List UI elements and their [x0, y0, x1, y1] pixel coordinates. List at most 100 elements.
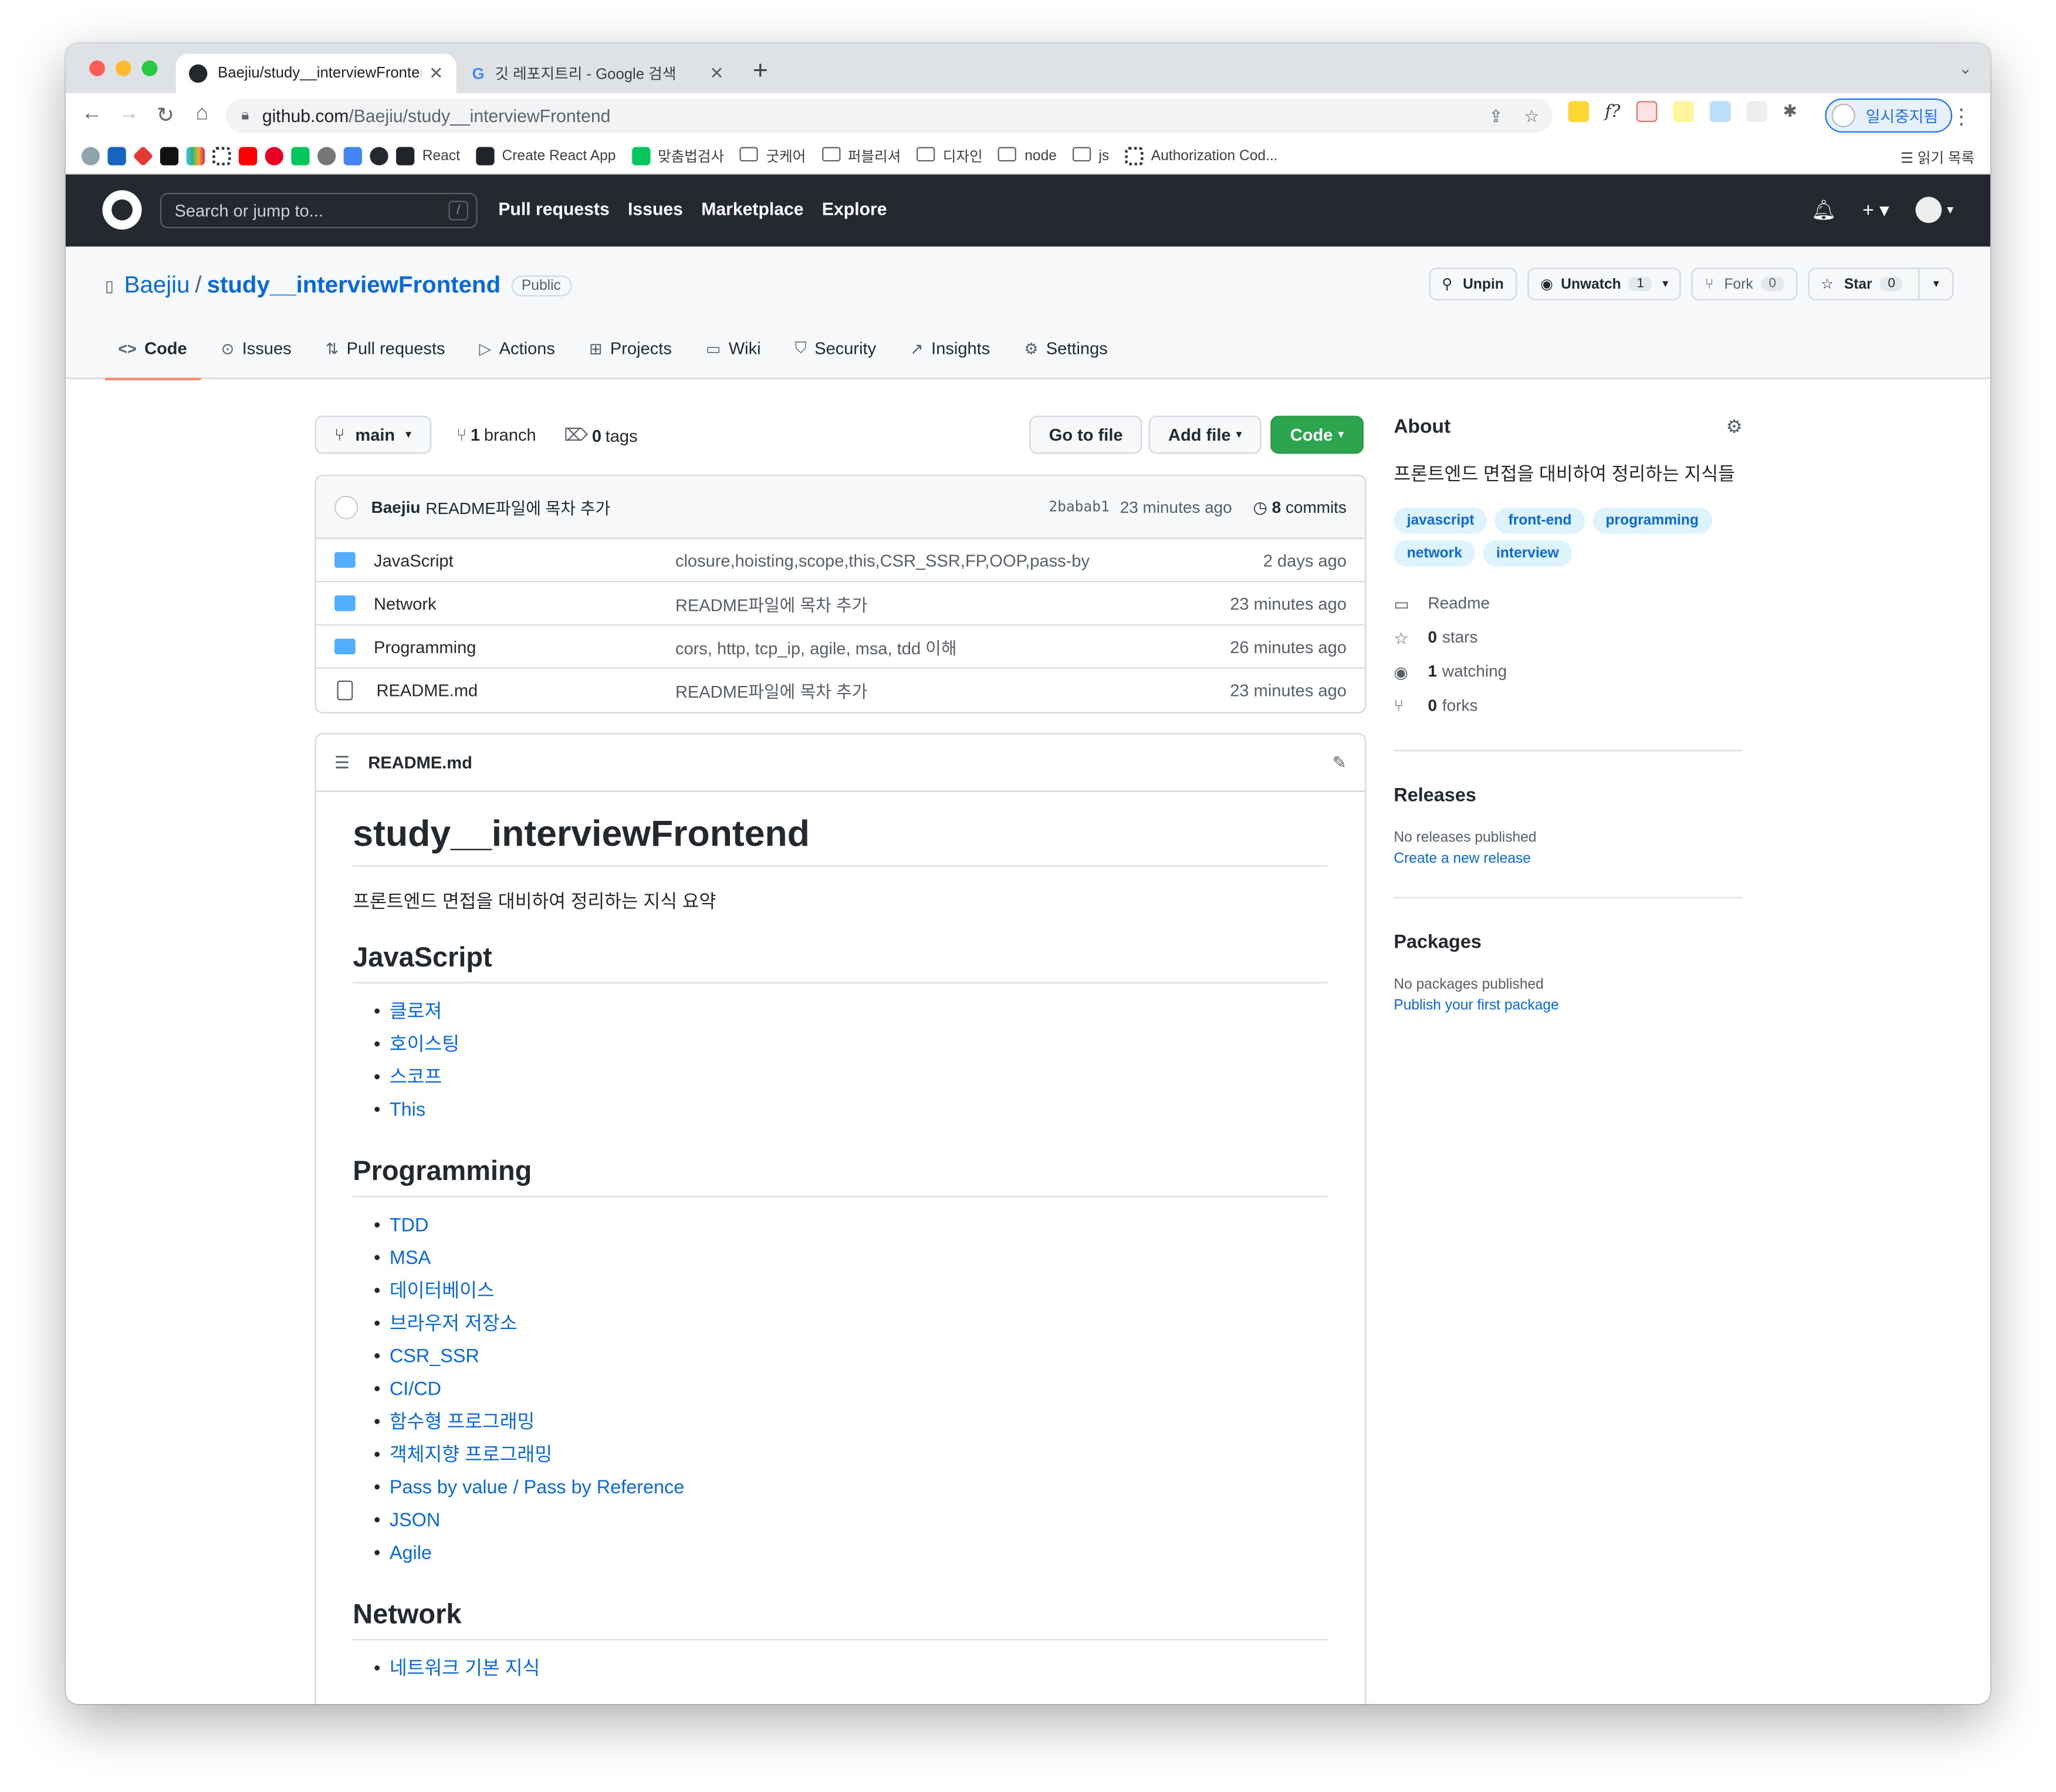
file-name[interactable]: JavaScript	[374, 550, 675, 570]
slack-icon[interactable]	[186, 146, 205, 165]
topic-tag[interactable]: interview	[1483, 540, 1572, 567]
forks-link[interactable]: ⑂ 0 forks	[1394, 688, 1507, 722]
bookmark-folder-publisher[interactable]: 퍼블리셔	[821, 145, 901, 166]
bookmark-authorization[interactable]: Authorization Cod...	[1125, 146, 1278, 165]
file-name[interactable]: Network	[374, 593, 675, 613]
bookmark-favicon-icon[interactable]	[81, 146, 100, 165]
translate-icon[interactable]	[343, 146, 362, 165]
tab-security[interactable]: ⛉ Security	[782, 328, 889, 368]
youtube-icon[interactable]	[238, 146, 258, 165]
tab-projects[interactable]: ⊞ Projects	[576, 328, 685, 368]
user-menu[interactable]: ▾	[1915, 197, 1953, 224]
toc-link[interactable]: 호이스팅	[374, 1029, 1328, 1062]
bookmark-folder-design[interactable]: 디자인	[917, 145, 983, 166]
add-file-button[interactable]: Add file ▾	[1148, 415, 1262, 454]
github-logo-icon[interactable]	[102, 190, 142, 230]
commit-hash[interactable]: 2babab1	[1049, 498, 1110, 515]
topic-tag[interactable]: front-end	[1495, 507, 1585, 534]
profile-paused-button[interactable]: 일시중지됨	[1825, 98, 1953, 133]
tab-google[interactable]: G 깃 레포지트리 - Google 검색 ✕	[459, 54, 737, 93]
tab-github[interactable]: Baejiu/study__interviewFrontend ✕	[175, 53, 456, 93]
bookmark-star-icon[interactable]: ☆	[1524, 106, 1539, 127]
tab-pull-requests[interactable]: ⇅ Pull requests	[312, 328, 458, 368]
extension-icon[interactable]	[1746, 101, 1767, 123]
calendar-favicon-icon[interactable]	[107, 146, 126, 165]
toc-link[interactable]: CI/CD	[374, 1374, 1328, 1407]
toc-link[interactable]: MSA	[374, 1243, 1328, 1276]
forward-arrow-icon[interactable]: →	[110, 103, 147, 129]
unpin-button[interactable]: ⚲ Unpin	[1428, 268, 1517, 300]
nav-pull-requests[interactable]: Pull requests	[498, 200, 609, 219]
new-tab-icon[interactable]: +	[753, 56, 768, 86]
tab-insights[interactable]: ↗ Insights	[897, 328, 1003, 368]
file-name[interactable]: README.md	[377, 681, 675, 701]
close-tab-icon[interactable]: ✕	[429, 63, 443, 84]
tab-actions[interactable]: ▷ Actions	[466, 328, 568, 368]
fork-button[interactable]: ⑂ Fork 0	[1692, 268, 1797, 300]
zoom-window-button[interactable]	[141, 60, 158, 76]
readme-link[interactable]: ▭ Readme	[1394, 586, 1507, 620]
file-name[interactable]: Programming	[374, 637, 675, 657]
star-button[interactable]: ☆ Star 0 ▾	[1807, 268, 1954, 300]
address-bar[interactable]: 🔒︎ github.com/Baejiu/study__interviewFro…	[225, 98, 1553, 133]
bookmark-spellcheck[interactable]: 맞춤법검사	[631, 145, 724, 166]
file-commit-message[interactable]: README파일에 목차 추가	[675, 678, 867, 702]
tags-link[interactable]: ⌦ 0 tags	[564, 425, 638, 446]
calendar-extension-icon[interactable]	[1636, 101, 1657, 123]
toc-link[interactable]: 데이터베이스	[374, 1276, 1328, 1309]
close-tab-icon[interactable]: ✕	[709, 63, 723, 84]
puzzle-extensions-icon[interactable]: ✱	[1783, 101, 1797, 122]
github-icon[interactable]	[370, 146, 388, 165]
share-icon[interactable]: ⇪	[1489, 106, 1503, 127]
bookmark-folder-goodcare[interactable]: 굿케어	[739, 145, 806, 166]
toc-link[interactable]: Pass by value / Pass by Reference	[374, 1472, 1328, 1505]
tab-settings[interactable]: ⚙ Settings	[1011, 328, 1121, 368]
file-row[interactable]: JavaScript closure,hoisting,scope,this,C…	[316, 539, 1365, 583]
bookmark-react[interactable]: React	[396, 146, 460, 165]
highlighter-extension-icon[interactable]	[1672, 101, 1694, 123]
nav-marketplace[interactable]: Marketplace	[701, 200, 803, 219]
branches-link[interactable]: ⑂ 1 branch	[456, 425, 536, 445]
commit-author[interactable]: Baejiu	[371, 498, 421, 516]
bookmark-favicon-icon[interactable]	[212, 146, 231, 165]
topic-tag[interactable]: network	[1394, 540, 1476, 567]
naver-icon[interactable]	[291, 146, 310, 165]
star-dropdown-icon[interactable]: ▾	[1919, 269, 1952, 299]
toc-link[interactable]: 객체지향 프로그래밍	[374, 1440, 1328, 1473]
toc-link[interactable]: TDD	[374, 1211, 1328, 1243]
file-row[interactable]: Programming cors, http, tcp_ip, agile, m…	[316, 625, 1365, 669]
apple-icon[interactable]	[317, 146, 336, 165]
topic-tag[interactable]: programming	[1592, 507, 1712, 534]
search-input[interactable]: Search or jump to... /	[160, 192, 478, 229]
plus-dropdown-icon[interactable]: + ▾	[1862, 198, 1889, 222]
file-commit-message[interactable]: cors, http, tcp_ip, agile, msa, tdd 이해	[675, 634, 957, 659]
back-arrow-icon[interactable]: ←	[73, 103, 110, 129]
toc-link[interactable]: 네트워크 기본 지식	[374, 1654, 1328, 1686]
list-icon[interactable]: ☰	[334, 752, 350, 773]
bookmark-favicon-icon[interactable]	[160, 146, 179, 165]
reading-list[interactable]: ☰ 읽기 목록	[1901, 147, 1974, 168]
formula-extension-icon[interactable]: f?	[1605, 102, 1620, 121]
nav-explore[interactable]: Explore	[822, 200, 887, 219]
gear-icon[interactable]: ⚙	[1726, 416, 1743, 438]
extension-icon[interactable]	[1568, 101, 1590, 123]
bookmark-folder-node[interactable]: node	[998, 147, 1057, 163]
toc-link[interactable]: 스코프	[374, 1062, 1328, 1095]
publish-package-link[interactable]: Publish your first package	[1394, 998, 1558, 1014]
bookmark-favicon-icon[interactable]	[133, 145, 154, 166]
releases-title[interactable]: Releases	[1394, 786, 1476, 807]
minimize-window-button[interactable]	[115, 60, 131, 76]
packages-title[interactable]: Packages	[1394, 932, 1482, 954]
reload-icon[interactable]: ↻	[147, 103, 184, 129]
nav-issues[interactable]: Issues	[628, 200, 683, 219]
pinterest-icon[interactable]	[265, 146, 283, 165]
bookmark-create-react-app[interactable]: Create React App	[475, 146, 616, 165]
close-window-button[interactable]	[89, 60, 106, 76]
tab-search-chevron-icon[interactable]: ⌄	[1959, 59, 1972, 77]
home-icon[interactable]: ⌂	[184, 103, 221, 129]
toc-link[interactable]: 함수형 프로그래밍	[374, 1407, 1328, 1440]
tab-issues[interactable]: ⊙ Issues	[208, 328, 305, 368]
extension-icon[interactable]	[1709, 101, 1731, 123]
bell-icon[interactable]: 🔔︎	[1811, 198, 1837, 222]
go-to-file-button[interactable]: Go to file	[1029, 415, 1143, 454]
